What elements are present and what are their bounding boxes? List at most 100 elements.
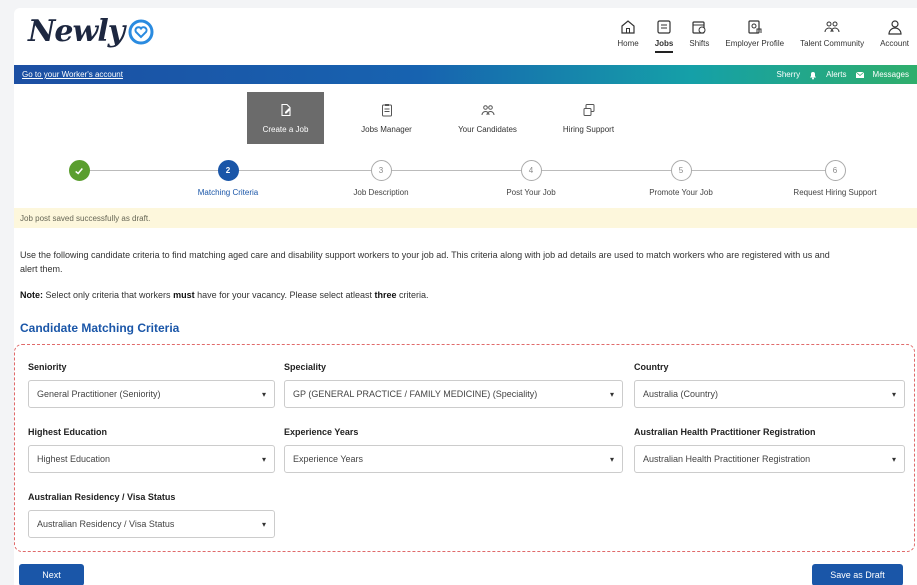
step-4[interactable]: 4 Post Your Job (466, 160, 596, 197)
step-4-label: Post Your Job (506, 188, 556, 197)
chevron-down-icon: ▾ (609, 454, 614, 464)
subnav-jobs-manager[interactable]: Jobs Manager (348, 92, 425, 144)
draft-saved-alert: Job post saved successfully as draft. (14, 208, 917, 228)
step-6[interactable]: 6 Request Hiring Support (770, 160, 900, 197)
nav-home[interactable]: Home (609, 18, 646, 62)
step-2-circle: 2 (217, 160, 239, 181)
registration-label: Australian Health Practitioner Registrat… (634, 427, 816, 437)
nav-home-label: Home (617, 39, 639, 48)
speciality-value: GP (GENERAL PRACTICE / FAMILY MEDICINE) … (293, 389, 538, 399)
intro-text: Use the following candidate criteria to … (20, 250, 830, 274)
seniority-field: Seniority General Practitioner (Seniorit… (28, 362, 275, 408)
step-4-circle: 4 (520, 160, 542, 181)
subnav-hiring-support[interactable]: Hiring Support (550, 92, 627, 144)
education-select[interactable]: Highest Education ▾ (28, 445, 275, 473)
education-value: Highest Education (37, 454, 111, 464)
chevron-down-icon: ▾ (261, 519, 266, 529)
speciality-select[interactable]: GP (GENERAL PRACTICE / FAMILY MEDICINE) … (284, 380, 623, 408)
user-name[interactable]: Sherry (777, 70, 801, 79)
note-must: must (173, 290, 195, 300)
step-3-circle: 3 (370, 160, 392, 181)
nav-account-label: Account (880, 39, 909, 48)
logo-text: Newly (28, 14, 125, 49)
nav-employer-profile-label: Employer Profile (725, 39, 785, 48)
next-button[interactable]: Next (19, 564, 84, 585)
note-prefix: Note: (20, 290, 43, 300)
talent-community-icon (824, 21, 840, 33)
page: Newly Home Jobs Shifts Employer Profile (0, 0, 917, 585)
country-value: Australia (Country) (643, 389, 719, 399)
worker-account-link[interactable]: Go to your Worker's account (22, 70, 123, 79)
hiring-support-icon (583, 103, 594, 116)
step-5-label: Promote Your Job (649, 188, 713, 197)
nav-shifts[interactable]: Shifts (681, 18, 717, 62)
step-6-circle: 6 (824, 160, 846, 181)
experience-select[interactable]: Experience Years ▾ (284, 445, 623, 473)
subnav-hiring-support-label: Hiring Support (562, 124, 615, 134)
seniority-select[interactable]: General Practitioner (Seniority) ▾ (28, 380, 275, 408)
nav-talent-community[interactable]: Talent Community (792, 18, 872, 62)
registration-select[interactable]: Australian Health Practitioner Registrat… (634, 445, 905, 473)
step-1-circle (68, 160, 90, 181)
section-title: Candidate Matching Criteria (20, 321, 180, 335)
job-subnav: Create a Job Jobs Manager Your Candidate… (247, 92, 651, 144)
employer-profile-icon (748, 20, 762, 34)
experience-value: Experience Years (293, 454, 364, 464)
step-5[interactable]: 5 Promote Your Job (616, 160, 746, 197)
candidates-icon (481, 104, 494, 115)
experience-field: Experience Years Experience Years ▾ (284, 427, 623, 473)
nav-shifts-label: Shifts (689, 39, 710, 48)
bell-icon[interactable] (808, 70, 818, 80)
check-icon (75, 167, 83, 175)
header: Newly Home Jobs Shifts Employer Profile (14, 8, 917, 65)
nav-employer-profile[interactable]: Employer Profile (717, 18, 792, 62)
shifts-icon (692, 21, 706, 34)
education-field: Highest Education Highest Education ▾ (28, 427, 275, 473)
step-6-label: Request Hiring Support (793, 188, 877, 197)
subnav-your-candidates[interactable]: Your Candidates (449, 92, 526, 144)
mail-icon[interactable] (855, 70, 865, 80)
speciality-label: Speciality (284, 362, 327, 372)
step-2[interactable]: 2 Matching Criteria (163, 160, 293, 197)
country-field: Country Australia (Country) ▾ (634, 362, 905, 408)
criteria-box: Seniority General Practitioner (Seniorit… (14, 344, 915, 552)
subnav-create-job[interactable]: Create a Job (247, 92, 324, 144)
country-select[interactable]: Australia (Country) ▾ (634, 380, 905, 408)
step-2-label: Matching Criteria (197, 188, 259, 197)
save-draft-button[interactable]: Save as Draft (812, 564, 903, 585)
subnav-jobs-manager-label: Jobs Manager (361, 124, 412, 134)
chevron-down-icon: ▾ (891, 389, 896, 399)
messages-link[interactable]: Messages (873, 70, 909, 79)
step-1[interactable] (14, 160, 144, 188)
main-content: Create a Job Jobs Manager Your Candidate… (14, 84, 917, 585)
nav-jobs[interactable]: Jobs (647, 18, 682, 62)
speciality-field: Speciality GP (GENERAL PRACTICE / FAMILY… (284, 362, 623, 408)
account-bar: Go to your Worker's account Sherry Alert… (14, 65, 917, 84)
chevron-down-icon: ▾ (261, 454, 266, 464)
subnav-your-candidates-label: Your Candidates (458, 124, 517, 134)
alerts-link[interactable]: Alerts (826, 70, 846, 79)
country-label: Country (634, 362, 669, 372)
chevron-down-icon: ▾ (891, 454, 896, 464)
residency-label: Australian Residency / Visa Status (28, 492, 176, 502)
step-3[interactable]: 3 Job Description (316, 160, 446, 197)
home-icon (621, 20, 635, 34)
note-three: three (374, 290, 397, 300)
note-part-2: have for your vacancy. Please select atl… (194, 290, 375, 300)
registration-field: Australian Health Practitioner Registrat… (634, 427, 905, 473)
residency-select[interactable]: Australian Residency / Visa Status ▾ (28, 510, 275, 538)
note-part-1: Select only criteria that workers (43, 290, 174, 300)
clipboard-icon (381, 103, 392, 116)
heart-logo-icon (128, 19, 154, 44)
logo[interactable]: Newly (28, 14, 154, 49)
nav-account[interactable]: Account (872, 18, 917, 62)
note-part-3: criteria. (396, 290, 429, 300)
education-label: Highest Education (28, 427, 108, 437)
residency-field: Australian Residency / Visa Status Austr… (28, 492, 275, 538)
step-5-circle: 5 (670, 160, 692, 181)
account-icon (887, 20, 902, 35)
experience-label: Experience Years (284, 427, 359, 437)
registration-value: Australian Health Practitioner Registrat… (643, 454, 811, 464)
chevron-down-icon: ▾ (609, 389, 614, 399)
nav-jobs-label: Jobs (654, 39, 674, 53)
